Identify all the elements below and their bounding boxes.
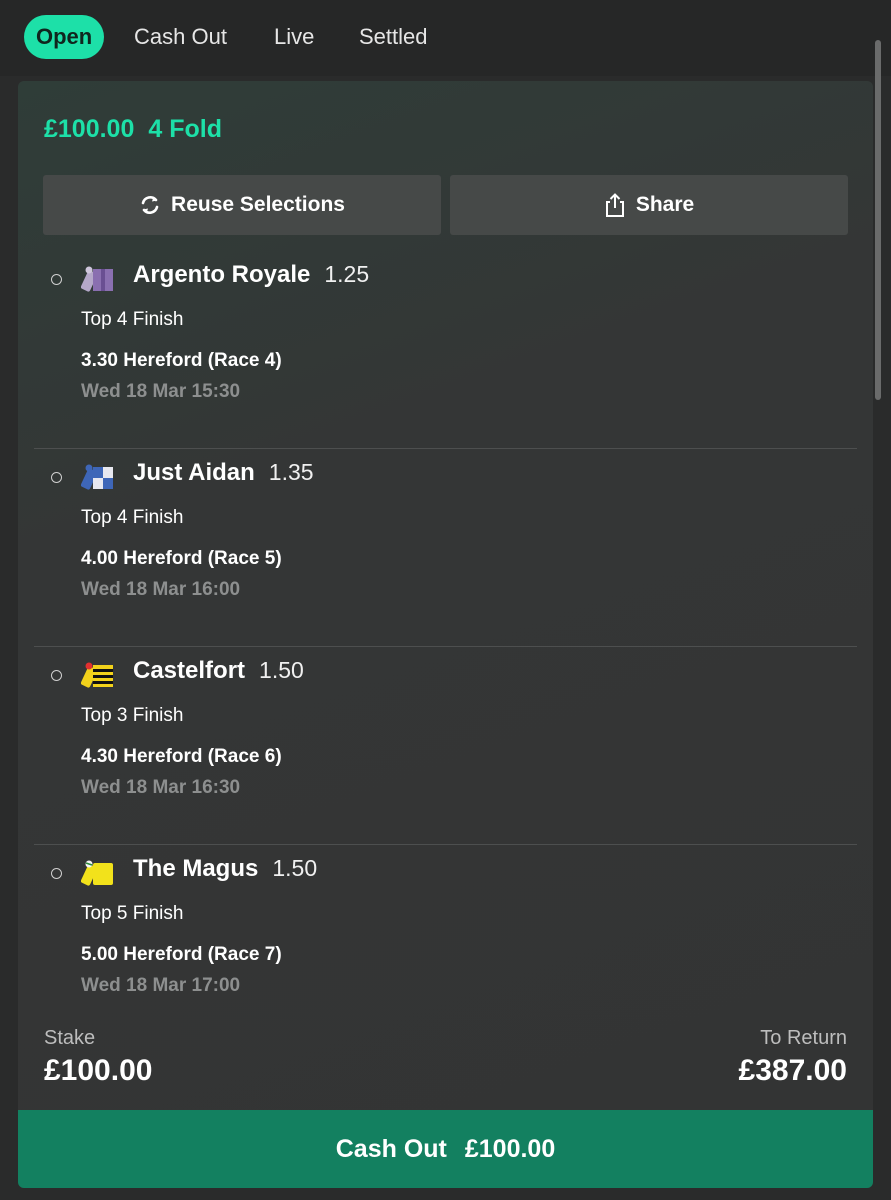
runner-name: Castelfort [133,657,246,684]
to-return-value: £387.00 [738,1054,847,1087]
purple-silk-icon [81,266,113,292]
yellow-black-hoops-silk-icon [81,662,113,688]
event-time: Wed 18 Mar 16:30 [81,777,241,798]
share-icon [605,193,624,217]
cash-out-label: Cash Out [335,1134,447,1163]
event-name: 3.30 Hereford (Race 4) [81,350,282,371]
tab-live[interactable]: Live [274,15,314,59]
bet-type: 4 Fold [148,115,222,143]
tab-open[interactable]: Open [24,15,105,59]
selection-item: Castelfort 1.50 Top 3 Finish 4.30 Herefor… [34,647,857,845]
share-button[interactable]: Share [450,175,848,235]
runner-odds: 1.50 [259,657,304,683]
event-name: 4.30 Hereford (Race 6) [81,746,282,767]
scrollbar[interactable] [875,40,881,400]
market-name: Top 3 Finish [81,705,184,726]
selection-item: Argento Royale 1.25 Top 4 Finish 3.30 Her… [34,251,857,449]
status-circle-icon [51,274,62,285]
event-name: 4.00 Hereford (Race 5) [81,548,282,569]
selection-item: The Magus 1.50 Top 5 Finish 5.00 Hereford… [34,845,857,1043]
event-time: Wed 18 Mar 15:30 [81,381,241,402]
event-time: Wed 18 Mar 17:00 [81,975,241,996]
reuse-selections-label: Reuse Selections [171,193,345,216]
share-label: Share [635,193,695,216]
bet-card: £100.00 4 Fold Reuse Selections Share Arg… [18,81,873,1188]
runner-name: Argento Royale [133,261,311,288]
tab-cash-out[interactable]: Cash Out [134,15,227,59]
refresh-icon [141,196,159,214]
status-circle-icon [51,472,62,483]
runner-name: The Magus [133,855,259,882]
runner-odds: 1.50 [272,855,318,881]
yellow-silk-icon [81,860,113,886]
selection-item: Just Aidan 1.35 Top 4 Finish 4.00 Herefor… [34,449,857,647]
runner-name: Just Aidan [133,459,255,486]
market-name: Top 5 Finish [81,903,184,924]
runner-odds: 1.25 [324,261,370,287]
event-name: 5.00 Hereford (Race 7) [81,944,282,965]
market-name: Top 4 Finish [81,507,184,528]
cash-out-value: £100.00 [464,1134,556,1163]
to-return-label: To Return [760,1027,847,1049]
market-name: Top 4 Finish [81,309,184,330]
tab-settled[interactable]: Settled [359,15,428,59]
bet-stake-header: £100.00 [44,115,135,143]
status-circle-icon [51,670,62,681]
event-time: Wed 18 Mar 16:00 [81,579,241,600]
blue-white-check-silk-icon [81,464,113,490]
status-circle-icon [51,868,62,879]
bet-header: £100.00 4 Fold [44,115,236,144]
stake-value: £100.00 [44,1054,153,1087]
bet-status-tabs: Open Cash Out Live Settled [0,0,891,76]
runner-odds: 1.35 [268,459,314,485]
stake-label: Stake [44,1027,96,1049]
cash-out-button[interactable]: Cash Out £100.00 [18,1110,873,1188]
reuse-selections-button[interactable]: Reuse Selections [43,175,441,235]
